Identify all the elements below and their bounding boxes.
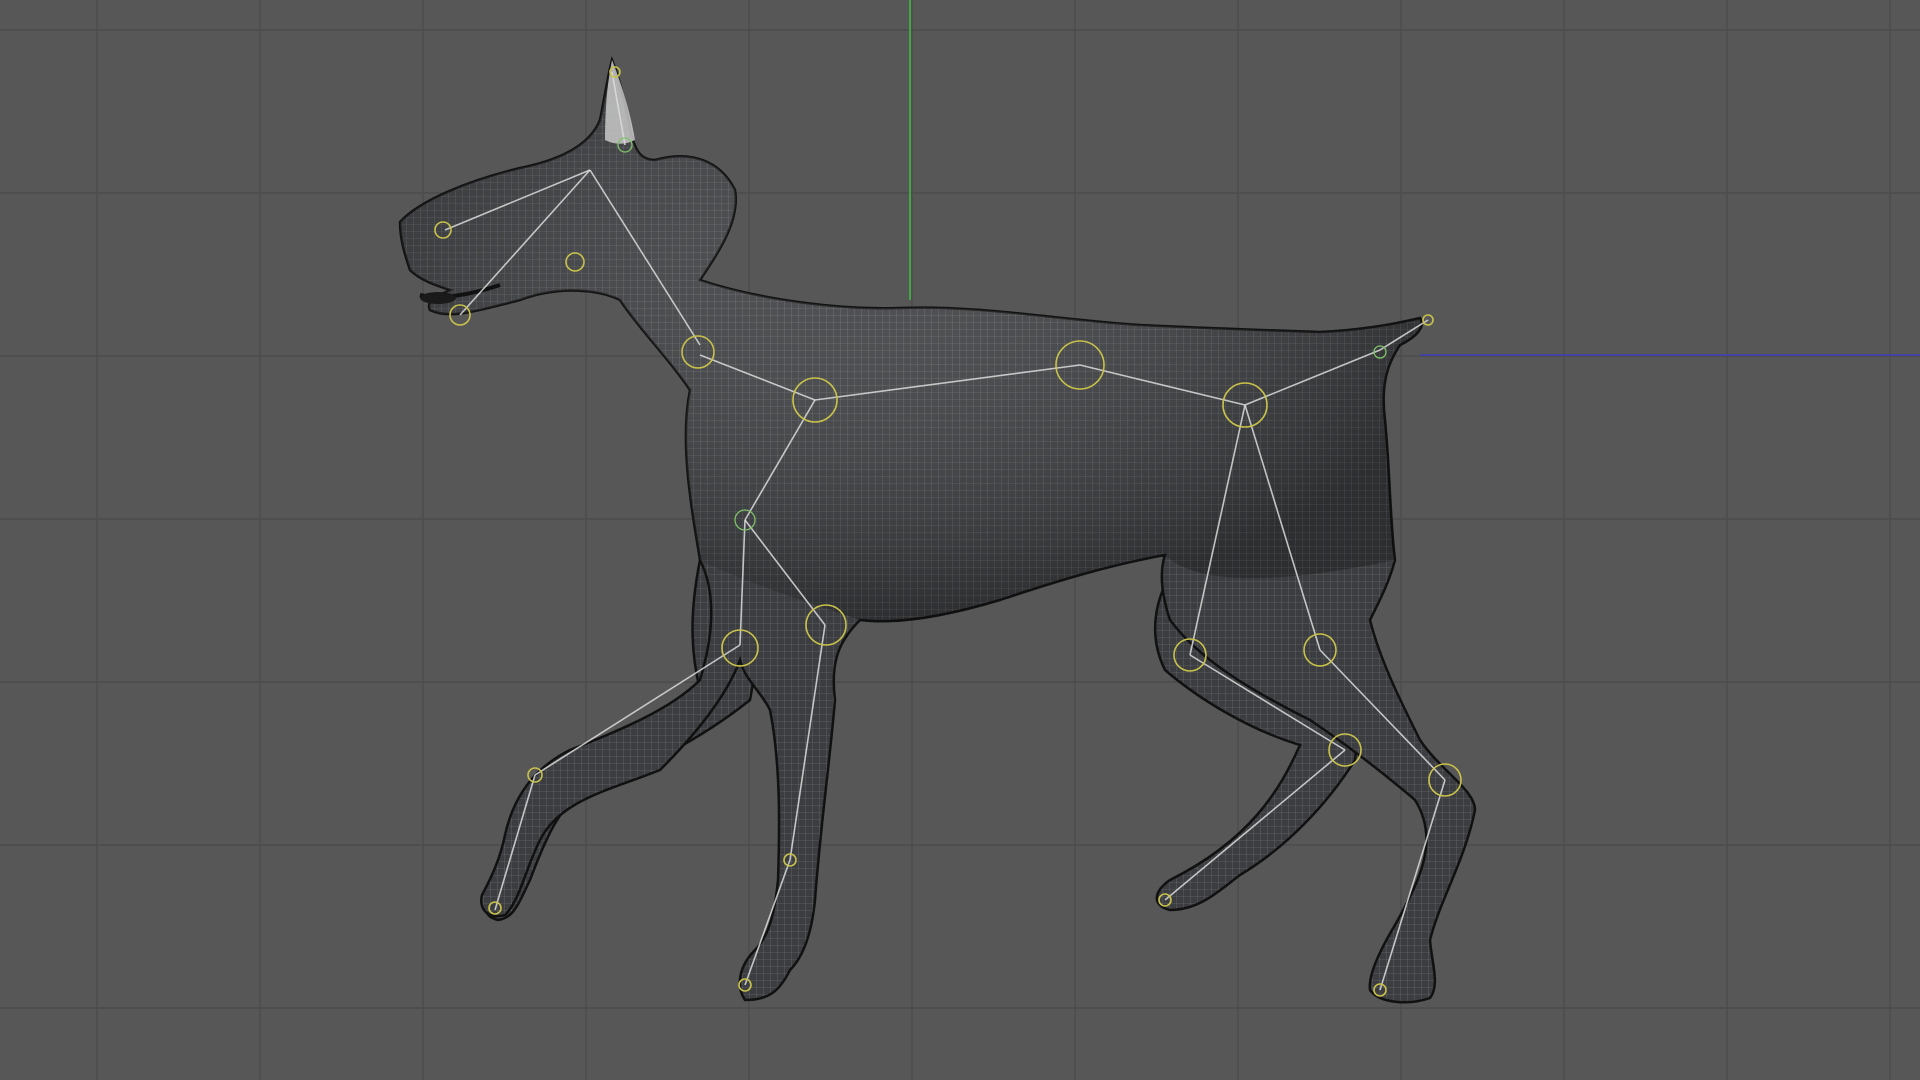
dog-body-shading (400, 60, 1422, 622)
dog-tongue (420, 292, 456, 304)
viewport-canvas[interactable] (0, 0, 1920, 1080)
3d-viewport[interactable] (0, 0, 1920, 1080)
bone-hind-far-paw[interactable] (1164, 749, 1346, 901)
